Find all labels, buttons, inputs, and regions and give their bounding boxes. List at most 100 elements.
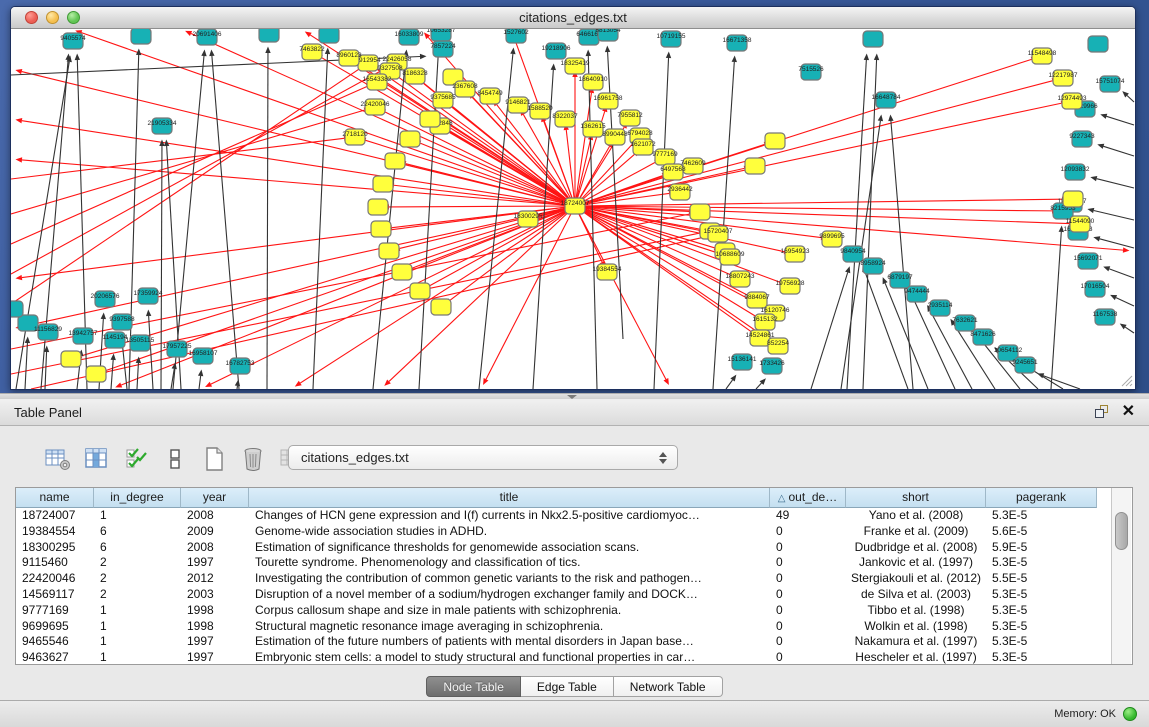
network-node[interactable] — [400, 131, 420, 147]
network-node[interactable]: 7955812 — [617, 110, 643, 126]
network-node[interactable]: 9899695 — [819, 231, 845, 247]
network-node[interactable]: 6879197 — [887, 272, 913, 288]
network-node[interactable]: 18640910 — [579, 74, 608, 90]
network-node[interactable]: 16543382 — [363, 74, 392, 90]
float-window-icon[interactable] — [1095, 405, 1110, 419]
network-node[interactable]: 16958107 — [189, 348, 218, 364]
network-node[interactable]: 8958924 — [860, 258, 886, 274]
network-node[interactable]: 19218906 — [542, 43, 571, 59]
table-row[interactable]: 1456911722003Disruption of a novel membe… — [16, 587, 1097, 603]
network-node[interactable]: 10653287 — [427, 29, 456, 41]
network-node[interactable]: 16671358 — [723, 35, 752, 51]
table-row[interactable]: 911546021997Tourette syndrome. Phenomeno… — [16, 555, 1097, 571]
network-node[interactable]: 18325419 — [561, 58, 590, 74]
delete-trash-icon[interactable] — [239, 446, 267, 472]
network-node[interactable]: 7632621 — [952, 315, 978, 331]
network-node[interactable]: 6497568 — [660, 164, 686, 180]
network-node[interactable]: 1167538 — [1093, 309, 1118, 325]
network-node[interactable] — [420, 111, 440, 127]
network-node[interactable] — [259, 29, 279, 42]
table-row[interactable]: 2242004622012Investigating the contribut… — [16, 571, 1097, 587]
table-row[interactable]: 969969511998Structural magnetic resonanc… — [16, 619, 1097, 635]
network-node[interactable] — [379, 243, 399, 259]
network-node[interactable]: 8454749 — [477, 88, 503, 104]
table-settings-icon[interactable] — [44, 446, 72, 472]
network-node[interactable] — [373, 176, 393, 192]
network-node[interactable]: 9405574 — [60, 33, 86, 49]
network-node[interactable]: 16648784 — [872, 92, 901, 108]
network-node[interactable] — [371, 221, 391, 237]
network-node[interactable]: 1145194 — [103, 332, 128, 348]
network-node[interactable]: 17957225 — [163, 341, 192, 357]
table-row[interactable]: 1872400712008Changes of HCN gene express… — [16, 508, 1097, 524]
network-node[interactable] — [385, 153, 405, 169]
network-node[interactable]: 9397588 — [109, 314, 135, 330]
network-node[interactable]: 10719155 — [657, 31, 686, 47]
network-node[interactable]: 8990448 — [602, 129, 628, 145]
tab-edge-table[interactable]: Edge Table — [521, 676, 614, 697]
network-node[interactable] — [368, 199, 388, 215]
network-node[interactable]: 7463822 — [299, 44, 325, 60]
network-node[interactable]: 16954923 — [781, 246, 810, 262]
new-document-icon[interactable] — [200, 446, 228, 472]
network-node[interactable]: 13505115 — [126, 335, 155, 351]
network-node[interactable]: 21905334 — [148, 118, 177, 134]
network-node[interactable]: 20691406 — [193, 29, 222, 45]
network-node[interactable]: 2935114 — [928, 300, 953, 316]
column-header-name[interactable]: name — [16, 488, 94, 508]
network-node[interactable]: 7515526 — [798, 64, 824, 80]
network-node[interactable]: 11156829 — [34, 324, 62, 340]
row-height-icon[interactable] — [161, 446, 189, 472]
network-node[interactable]: 8186328 — [402, 68, 428, 84]
network-node[interactable]: 9227343 — [1069, 131, 1095, 147]
network-node[interactable]: 16961758 — [594, 93, 623, 109]
table-row[interactable]: 977716911998Corpus callosum shape and si… — [16, 603, 1097, 619]
network-node[interactable] — [690, 204, 710, 220]
network-node[interactable] — [745, 158, 765, 174]
network-node[interactable]: 15692071 — [1074, 253, 1103, 269]
network-node[interactable] — [86, 366, 106, 382]
network-node[interactable] — [319, 29, 339, 43]
network-node[interactable] — [392, 264, 412, 280]
network-node[interactable]: 8813054 — [595, 29, 621, 41]
network-canvas[interactable]: 9405574206914061603380910653287785722415… — [11, 29, 1135, 389]
show-column-icon[interactable] — [83, 446, 111, 472]
network-node[interactable]: 17016504 — [1081, 281, 1110, 297]
network-node[interactable]: 10688609 — [716, 249, 745, 265]
network-node[interactable]: 9777169 — [652, 149, 678, 165]
table-scrollbar[interactable] — [1111, 488, 1131, 664]
column-header-year[interactable]: year — [181, 488, 249, 508]
divider-handle-icon[interactable] — [567, 395, 577, 399]
network-node[interactable] — [431, 299, 451, 315]
network-node[interactable]: 2936442 — [667, 184, 693, 200]
scrollbar-thumb[interactable] — [1115, 512, 1128, 550]
network-node[interactable]: 9245651 — [1012, 357, 1038, 373]
network-node[interactable]: 18300295 — [514, 211, 543, 227]
network-node[interactable]: 11548498 — [1028, 48, 1057, 64]
network-node[interactable] — [410, 283, 430, 299]
column-header-pagerank[interactable]: pagerank — [986, 488, 1097, 508]
network-node[interactable]: 11544090 — [1066, 216, 1095, 232]
network-node[interactable]: 15751074 — [1096, 76, 1125, 92]
table-row[interactable]: 946554611997Estimation of the future num… — [16, 634, 1097, 650]
network-node[interactable]: 852254 — [767, 338, 789, 354]
network-node[interactable]: 17359924 — [134, 288, 163, 304]
network-node[interactable]: 8960123 — [336, 50, 362, 66]
network-node[interactable]: 2718120 — [342, 129, 368, 145]
network-node[interactable]: 8471626 — [970, 329, 996, 345]
maximize-window-button[interactable] — [67, 11, 80, 24]
close-window-button[interactable] — [25, 11, 38, 24]
network-node[interactable]: 15136141 — [728, 354, 757, 370]
network-node[interactable]: 9474444 — [904, 286, 930, 302]
network-node[interactable] — [61, 351, 81, 367]
network-node[interactable] — [1088, 36, 1108, 52]
network-node[interactable]: 2367608 — [452, 81, 478, 97]
table-row[interactable]: 1830029562008Estimation of significance … — [16, 540, 1097, 556]
network-node[interactable] — [131, 29, 151, 44]
table-row[interactable]: 1938455462009Genome-wide association stu… — [16, 524, 1097, 540]
network-node[interactable]: 1588520 — [527, 103, 553, 119]
network-node[interactable]: 13942757 — [69, 328, 98, 344]
network-node[interactable]: 12093832 — [1061, 164, 1090, 180]
network-node[interactable] — [765, 133, 785, 149]
network-table-select[interactable]: citations_edges.txt — [288, 445, 678, 470]
